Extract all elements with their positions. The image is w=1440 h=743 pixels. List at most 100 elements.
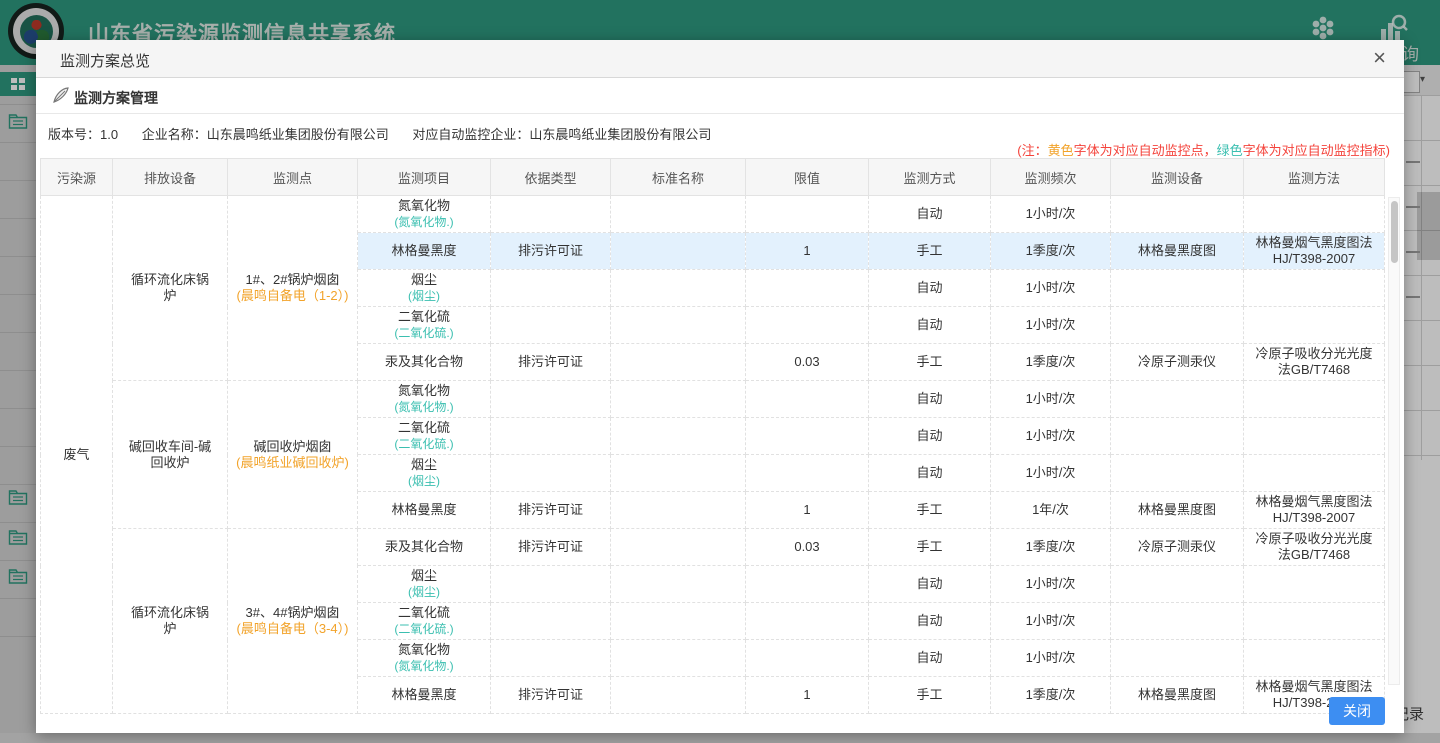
cell-monitor-equipment (1111, 196, 1244, 233)
cell-monitor-equipment: 林格曼黑度图 (1111, 492, 1244, 529)
cell-monitor-frequency: 1季度/次 (991, 677, 1111, 714)
cell-pollutant-source: 废气 (41, 196, 113, 714)
cell-basis-type (491, 418, 611, 455)
close-icon[interactable]: × (1373, 47, 1386, 69)
auto-company-value: 山东晨鸣纸业集团股份有限公司 (529, 127, 711, 142)
cell-monitor-item: 二氧化硫(二氧化硫.) (358, 307, 491, 344)
cell-basis-type (491, 196, 611, 233)
cell-monitor-equipment (1111, 455, 1244, 492)
modal-title: 监测方案总览 (60, 50, 150, 71)
cell-standard-name (611, 455, 746, 492)
cell-limit-value (746, 307, 869, 344)
cell-standard-name (611, 233, 746, 270)
cell-monitor-equipment (1111, 640, 1244, 677)
table-row[interactable]: 废气循环流化床锅炉1#、2#锅炉烟囱(晨鸣自备电（1-2）)氮氧化物(氮氧化物.… (41, 196, 1385, 233)
cell-emission-device: 循环流化床锅炉 (113, 196, 228, 381)
cell-monitor-mode: 自动 (869, 196, 991, 233)
cell-monitor-frequency: 1小时/次 (991, 566, 1111, 603)
cell-monitor-item: 氮氧化物(氮氧化物.) (358, 381, 491, 418)
cell-limit-value (746, 640, 869, 677)
cell-standard-name (611, 307, 746, 344)
cell-emission-device: 碱回收车间-碱回收炉 (113, 381, 228, 529)
cell-monitor-frequency: 1小时/次 (991, 603, 1111, 640)
cell-emission-device: 循环流化床锅炉 (113, 529, 228, 714)
cell-monitor-method (1244, 640, 1385, 677)
cell-monitor-frequency: 1小时/次 (991, 270, 1111, 307)
cell-standard-name (611, 344, 746, 381)
note-green-word: 绿色 (1217, 143, 1243, 158)
cell-basis-type (491, 566, 611, 603)
cell-limit-value (746, 418, 869, 455)
table-row[interactable]: 碱回收车间-碱回收炉碱回收炉烟囱(晨鸣纸业碱回收炉)氮氧化物(氮氧化物.)自动1… (41, 381, 1385, 418)
cell-monitor-method (1244, 455, 1385, 492)
cell-monitor-equipment (1111, 270, 1244, 307)
plan-info-text: 版本号：1.0 企业名称：山东晨鸣纸业集团股份有限公司 对应自动监控企业：山东晨… (48, 124, 731, 143)
cell-monitor-item: 烟尘(烟尘) (358, 270, 491, 307)
cell-monitor-equipment: 冷原子测汞仪 (1111, 344, 1244, 381)
cell-monitor-method: 林格曼烟气黑度图法HJ/T398-2007 (1244, 492, 1385, 529)
cell-monitor-method: 冷原子吸收分光光度法GB/T7468 (1244, 529, 1385, 566)
cell-monitor-frequency: 1小时/次 (991, 418, 1111, 455)
cell-standard-name (611, 196, 746, 233)
cell-monitor-equipment: 林格曼黑度图 (1111, 233, 1244, 270)
column-header: 监测方法 (1244, 159, 1385, 196)
cell-limit-value (746, 196, 869, 233)
cell-monitor-item: 氮氧化物(氮氧化物.) (358, 640, 491, 677)
cell-monitor-item: 汞及其化合物 (358, 529, 491, 566)
version-value: 1.0 (100, 127, 118, 142)
cell-basis-type (491, 307, 611, 344)
column-header: 监测方式 (869, 159, 991, 196)
monitoring-plan-table-wrap: 污染源排放设备监测点监测项目依据类型标准名称限值监测方式监测频次监测设备监测方法… (40, 158, 1388, 714)
cell-standard-name (611, 640, 746, 677)
cell-standard-name (611, 677, 746, 714)
cell-monitor-point: 碱回收炉烟囱(晨鸣纸业碱回收炉) (228, 381, 358, 529)
cell-monitor-method (1244, 418, 1385, 455)
cell-monitor-equipment (1111, 418, 1244, 455)
cell-monitor-item: 氮氧化物(氮氧化物.) (358, 196, 491, 233)
cell-monitor-mode: 自动 (869, 381, 991, 418)
cell-monitor-method (1244, 603, 1385, 640)
cell-basis-type: 排污许可证 (491, 492, 611, 529)
cell-monitor-item: 烟尘(烟尘) (358, 566, 491, 603)
cell-standard-name (611, 603, 746, 640)
cell-basis-type (491, 270, 611, 307)
cell-monitor-item: 林格曼黑度 (358, 233, 491, 270)
cell-monitor-mode: 手工 (869, 529, 991, 566)
modal-titlebar: 监测方案总览 × (36, 40, 1404, 78)
column-header: 污染源 (41, 159, 113, 196)
cell-monitor-frequency: 1季度/次 (991, 344, 1111, 381)
cell-monitor-mode: 手工 (869, 344, 991, 381)
cell-basis-type: 排污许可证 (491, 529, 611, 566)
cell-standard-name (611, 270, 746, 307)
cell-monitor-mode: 手工 (869, 233, 991, 270)
cell-monitor-method: 林格曼烟气黑度图法HJ/T398-2007 (1244, 233, 1385, 270)
section-header: 监测方案管理 (36, 78, 1404, 114)
note-part1: (注： (1017, 143, 1047, 158)
auto-company-label: 对应自动监控企业： (412, 127, 529, 142)
cell-limit-value (746, 270, 869, 307)
plan-info-row: 版本号：1.0 企业名称：山东晨鸣纸业集团股份有限公司 对应自动监控企业：山东晨… (36, 114, 1404, 158)
cell-monitor-equipment: 林格曼黑度图 (1111, 677, 1244, 714)
cell-standard-name (611, 381, 746, 418)
color-legend-note: (注：黄色字体为对应自动监控点，绿色字体为对应自动监控指标) (1017, 140, 1390, 159)
close-button[interactable]: 关闭 (1329, 697, 1385, 725)
table-row[interactable]: 循环流化床锅炉3#、4#锅炉烟囱(晨鸣自备电（3-4）)汞及其化合物排污许可证0… (41, 529, 1385, 566)
cell-standard-name (611, 418, 746, 455)
cell-limit-value: 1 (746, 233, 869, 270)
cell-monitor-frequency: 1小时/次 (991, 640, 1111, 677)
cell-monitor-point: 3#、4#锅炉烟囱(晨鸣自备电（3-4）) (228, 529, 358, 714)
cell-monitor-item: 二氧化硫(二氧化硫.) (358, 603, 491, 640)
quill-pen-icon (52, 86, 70, 109)
scrollbar-thumb[interactable] (1391, 201, 1398, 263)
note-yellow-word: 黄色 (1048, 143, 1074, 158)
cell-monitor-equipment (1111, 381, 1244, 418)
company-value: 山东晨鸣纸业集团股份有限公司 (207, 127, 389, 142)
cell-monitor-method (1244, 196, 1385, 233)
note-part2: 字体为对应自动监控点， (1074, 143, 1217, 158)
cell-monitor-equipment: 冷原子测汞仪 (1111, 529, 1244, 566)
table-scrollbar[interactable] (1388, 197, 1400, 685)
cell-monitor-mode: 自动 (869, 603, 991, 640)
cell-monitor-method: 冷原子吸收分光光度法GB/T7468 (1244, 344, 1385, 381)
cell-limit-value (746, 381, 869, 418)
cell-monitor-frequency: 1小时/次 (991, 455, 1111, 492)
